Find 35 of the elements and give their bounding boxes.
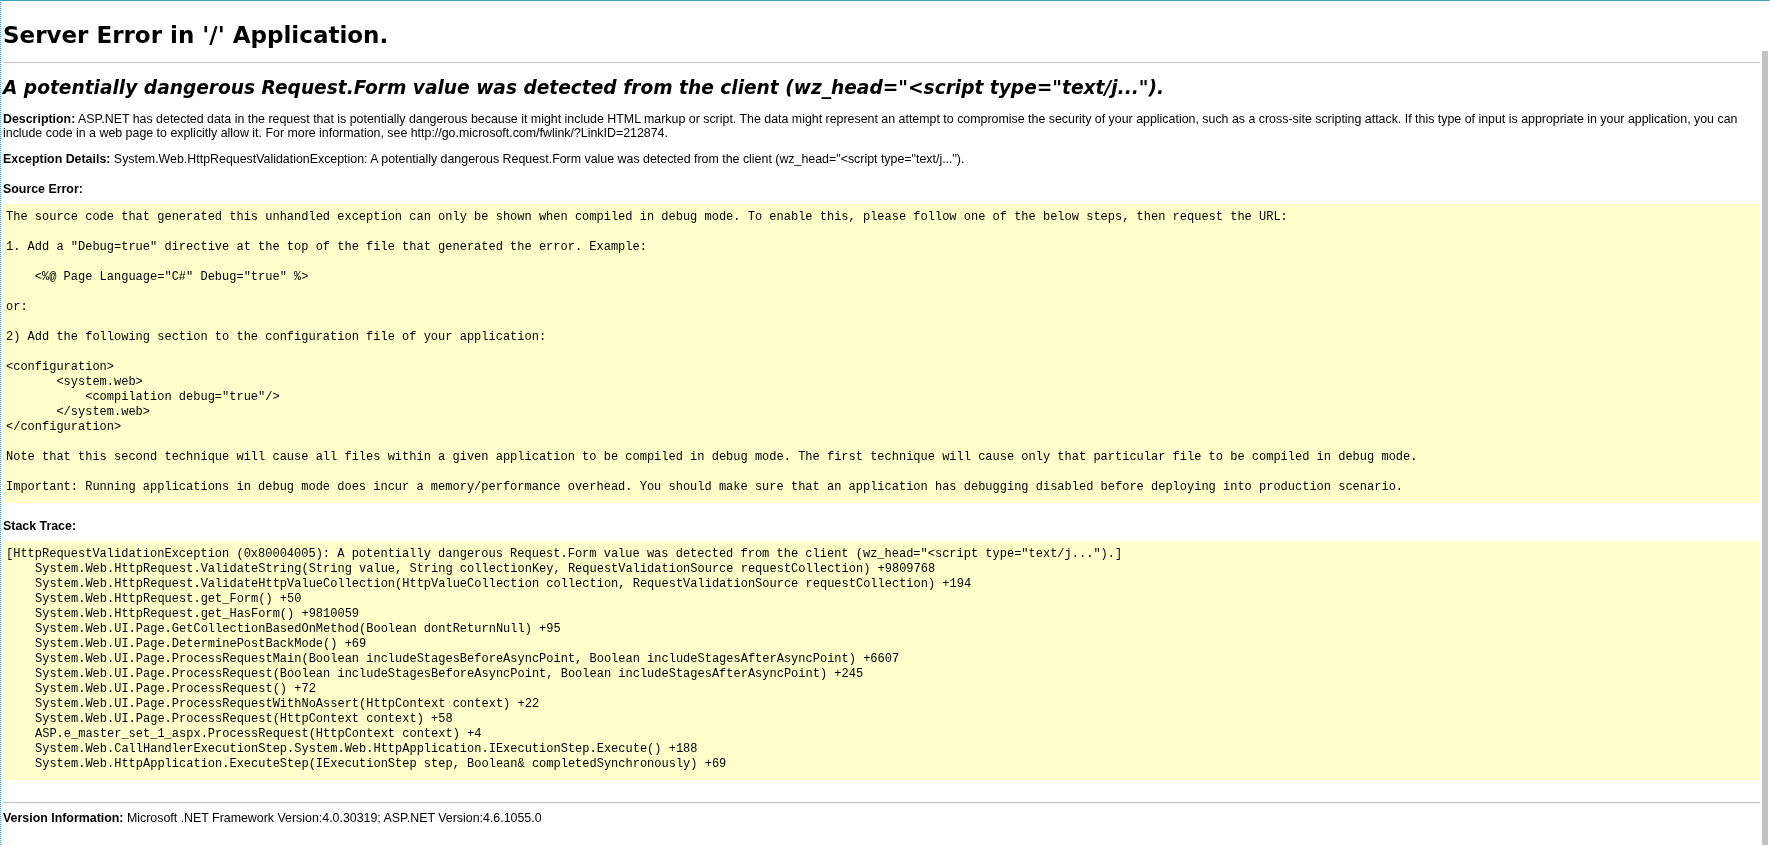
stack-frame: System.Web.HttpRequest.ValidateString(String value, String collectionKey, RequestValidationSource requestCollection) +9809768 bbox=[6, 562, 936, 577]
stack-frame: System.Web.CallHandlerExecutionStep.System.Web.HttpApplication.IExecutionStep.Execute() +188 bbox=[6, 742, 698, 757]
stack-frame: System.Web.HttpApplication.ExecuteStep(IExecutionStep step, Boolean& completedSynchronously) +69 bbox=[6, 757, 727, 772]
scrollbar-thumb[interactable] bbox=[1762, 51, 1768, 845]
stack-frame: System.Web.UI.Page.ProcessRequest(Boolean includeStagesBeforeAsyncPoint, Boolean includeStagesAfterAsyncPoint) +245 bbox=[6, 667, 864, 682]
stack-frame: System.Web.UI.Page.ProcessRequestWithNoAssert(HttpContext context) +22 bbox=[6, 697, 540, 712]
version-information-text: Version Information: Microsoft .NET Framework Version:4.0.30319; ASP.NET Version:4.6.1055.0 bbox=[3, 811, 542, 825]
stack-frame: System.Web.UI.Page.ProcessRequestMain(Boolean includeStagesBeforeAsyncPoint, Boolean includeStagesAfterAsyncPoint) +6607 bbox=[6, 652, 900, 667]
error-heading: A potentially dangerous Request.Form value was detected from the client (wz_head="<script type="text/j..."). bbox=[3, 76, 1165, 100]
code-line: or: bbox=[6, 300, 28, 315]
exception-details-text: Exception Details: System.Web.HttpRequestValidationException: A potentially dangerous Request.Form value was detected from the client (wz_head="<script type="text/j..."). bbox=[3, 152, 966, 166]
stack-frame: System.Web.HttpRequest.ValidateHttpValueCollection(HttpValueCollection collection, RequestValidationSource requestCollection) +194 bbox=[6, 577, 972, 592]
code-line: 2) Add the following section to the configuration file of your application: bbox=[6, 330, 547, 345]
stack-frame: System.Web.HttpRequest.get_HasForm() +9810059 bbox=[6, 607, 360, 622]
stack-frame: System.Web.UI.Page.GetCollectionBasedOnMethod(Boolean dontReturnNull) +95 bbox=[6, 622, 561, 637]
stack-frame: System.Web.UI.Page.ProcessRequest(HttpContext context) +58 bbox=[6, 712, 453, 727]
code-line: <configuration> bbox=[6, 360, 115, 375]
code-line: <compilation debug="true"/> bbox=[84, 390, 280, 405]
stack-frame: System.Web.UI.Page.ProcessRequest() +72 bbox=[6, 682, 316, 697]
code-line: <system.web> bbox=[55, 375, 143, 390]
stack-frame: System.Web.HttpRequest.get_Form() +50 bbox=[6, 592, 302, 607]
code-line: Note that this second technique will cause all files within a given application to be compiled in debug mode. The first technique will cause only that particular file to be compiled in debug mode. bbox=[6, 450, 1418, 465]
description-text: Description: ASP.NET has detected data in the request that is potentially dangerous because it might include HTML markup or script. The data might represent an attempt to compromise the security of your application, such as a cross-site scripting attack. If this type of input is appropriate in your application, you can include code in a web page to explicitly allow it. For more information, see http://go.microsoft.com/fwlink/?LinkID=212874. bbox=[3, 112, 1739, 140]
stack-frame: System.Web.UI.Page.DeterminePostBackMode() +69 bbox=[6, 637, 367, 652]
code-line: Important: Running applications in debug mode does incur a memory/performance overhead. You should make sure that an application has debugging disabled before deploying into production scenario. bbox=[6, 480, 1404, 495]
code-line: 1. Add a "Debug=true" directive at the top of the file that generated the error. Example: bbox=[6, 240, 647, 255]
page-title: Server Error in '/' Application. bbox=[3, 21, 389, 49]
code-line: </system.web> bbox=[55, 405, 151, 420]
section-label: Source Error: bbox=[3, 182, 83, 196]
exception-line: [HttpRequestValidationException (0x80004005): A potentially dangerous Request.Form value was detected from the client (wz_head="<script type="text/j...").] bbox=[6, 547, 1123, 562]
code-line: The source code that generated this unhandled exception can only be shown when compiled in debug mode. To enable this, please follow one of the below steps, then request the URL: bbox=[6, 210, 1288, 225]
section-label: Stack Trace: bbox=[3, 519, 76, 533]
code-line: <%@ Page Language="C#" Debug="true" %> bbox=[33, 270, 309, 285]
code-line: </configuration> bbox=[6, 420, 122, 435]
stack-frame: ASP.e_master_set_1_aspx.ProcessRequest(HttpContext context) +4 bbox=[6, 727, 482, 742]
